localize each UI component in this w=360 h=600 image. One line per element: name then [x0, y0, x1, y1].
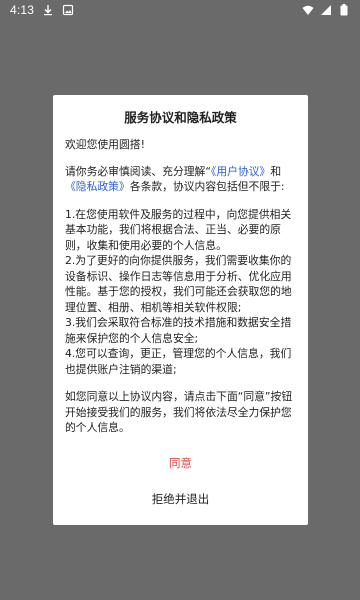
- status-left: 4:13: [10, 3, 74, 17]
- welcome-text: 欢迎您使用圆搭!: [65, 138, 145, 151]
- clause-2: 2.为了更好的向你提供服务，我们需要收集你的设备标识、操作日志等信息用于分析、优…: [65, 254, 292, 314]
- battery-icon: [338, 4, 350, 16]
- wifi-icon: [302, 4, 314, 16]
- agree-button[interactable]: 同意: [169, 455, 192, 471]
- image-icon: [62, 4, 74, 16]
- intro-part1: 请你务必审慎阅读、充分理解“: [65, 164, 211, 178]
- reject-and-exit-button[interactable]: 拒绝并退出: [152, 491, 210, 507]
- user-agreement-link[interactable]: 《用户协议》: [211, 165, 270, 178]
- clause-3: 3.我们会采取符合标准的技术措施和数据安全措施来保护您的个人信息安全;: [65, 316, 292, 345]
- closing-text: 如您同意以上协议内容，请点击下面“同意”按钮开始接受我们的服务，我们将依法尽全力…: [65, 390, 293, 434]
- download-icon: [42, 4, 54, 16]
- intro-part3: 各条款，协议内容包括但不限于:: [129, 180, 285, 193]
- clause-4: 4.您可以查询，更正，管理您的个人信息，我们也提供账户注销的渠道;: [65, 347, 292, 376]
- status-bar: 4:13: [0, 0, 360, 20]
- signal-icon: [320, 4, 332, 16]
- dialog-title: 服务协议和隐私政策: [124, 110, 237, 125]
- intro-text: 请你务必审慎阅读、充分理解“《用户协议》和《隐私政策》各条款，协议内容包括但不限…: [65, 164, 296, 195]
- privacy-policy-link[interactable]: 《隐私政策》: [65, 180, 130, 193]
- intro-part2: 和: [270, 164, 282, 178]
- clause-1: 1.在您使用软件及服务的过程中，向您提供相关基本功能，我们将根据合法、正当、必要…: [65, 207, 292, 252]
- status-right: [302, 4, 350, 16]
- dialog-actions: 同意 拒绝并退出: [53, 455, 308, 507]
- status-time: 4:13: [10, 3, 35, 17]
- privacy-dialog: 服务协议和隐私政策 欢迎您使用圆搭! 请你务必审慎阅读、充分理解“《用户协议》和…: [53, 95, 308, 525]
